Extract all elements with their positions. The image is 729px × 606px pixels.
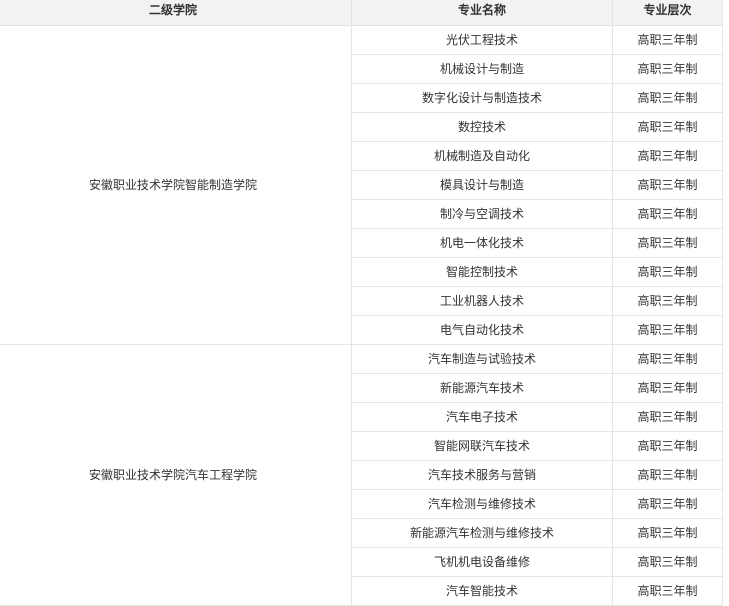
header-college: 二级学院	[0, 0, 352, 26]
major-cell: 电气自动化技术	[351, 315, 613, 345]
major-cell: 机械制造及自动化	[351, 141, 613, 171]
level-cell: 高职三年制	[612, 170, 723, 200]
level-cell: 高职三年制	[612, 286, 723, 316]
major-cell: 汽车制造与试验技术	[351, 344, 613, 374]
level-cell: 高职三年制	[612, 344, 723, 374]
level-cell: 高职三年制	[612, 199, 723, 229]
level-cell: 高职三年制	[612, 402, 723, 432]
level-cell: 高职三年制	[612, 431, 723, 461]
major-cell: 汽车电子技术	[351, 402, 613, 432]
college-cell: 安徽职业技术学院汽车工程学院	[0, 344, 352, 606]
header-major: 专业名称	[351, 0, 613, 26]
level-cell: 高职三年制	[612, 576, 723, 606]
table-row: 安徽职业技术学院汽车工程学院 汽车制造与试验技术 高职三年制	[0, 344, 723, 606]
major-cell: 数控技术	[351, 112, 613, 142]
college-cell: 安徽职业技术学院智能制造学院	[0, 25, 352, 345]
level-cell: 高职三年制	[612, 83, 723, 113]
level-cell: 高职三年制	[612, 460, 723, 490]
major-cell: 机械设计与制造	[351, 54, 613, 84]
major-cell: 汽车技术服务与营销	[351, 460, 613, 490]
header-level: 专业层次	[612, 0, 723, 26]
level-cell: 高职三年制	[612, 489, 723, 519]
major-cell: 智能控制技术	[351, 257, 613, 287]
majors-table: 二级学院 专业名称 专业层次 安徽职业技术学院智能制造学院 光伏工程技术 高职三年制…	[0, 0, 723, 606]
major-cell: 新能源汽车检测与维修技术	[351, 518, 613, 548]
major-cell: 制冷与空调技术	[351, 199, 613, 229]
level-cell: 高职三年制	[612, 257, 723, 287]
major-cell: 飞机机电设备维修	[351, 547, 613, 577]
level-cell: 高职三年制	[612, 315, 723, 345]
major-cell: 模具设计与制造	[351, 170, 613, 200]
table-row: 安徽职业技术学院智能制造学院 光伏工程技术 高职三年制	[0, 25, 723, 345]
level-cell: 高职三年制	[612, 141, 723, 171]
level-cell: 高职三年制	[612, 25, 723, 55]
level-cell: 高职三年制	[612, 112, 723, 142]
major-cell: 汽车智能技术	[351, 576, 613, 606]
major-cell: 机电一体化技术	[351, 228, 613, 258]
level-cell: 高职三年制	[612, 518, 723, 548]
major-cell: 新能源汽车技术	[351, 373, 613, 403]
major-cell: 智能网联汽车技术	[351, 431, 613, 461]
major-cell: 数字化设计与制造技术	[351, 83, 613, 113]
major-cell: 光伏工程技术	[351, 25, 613, 55]
table-body: 安徽职业技术学院智能制造学院 光伏工程技术 高职三年制 机械设计与制造 高职三年制 数字化…	[0, 25, 723, 606]
level-cell: 高职三年制	[612, 547, 723, 577]
major-cell: 工业机器人技术	[351, 286, 613, 316]
major-cell: 汽车检测与维修技术	[351, 489, 613, 519]
level-cell: 高职三年制	[612, 228, 723, 258]
level-cell: 高职三年制	[612, 373, 723, 403]
table-header-row: 二级学院 专业名称 专业层次	[0, 0, 723, 26]
level-cell: 高职三年制	[612, 54, 723, 84]
